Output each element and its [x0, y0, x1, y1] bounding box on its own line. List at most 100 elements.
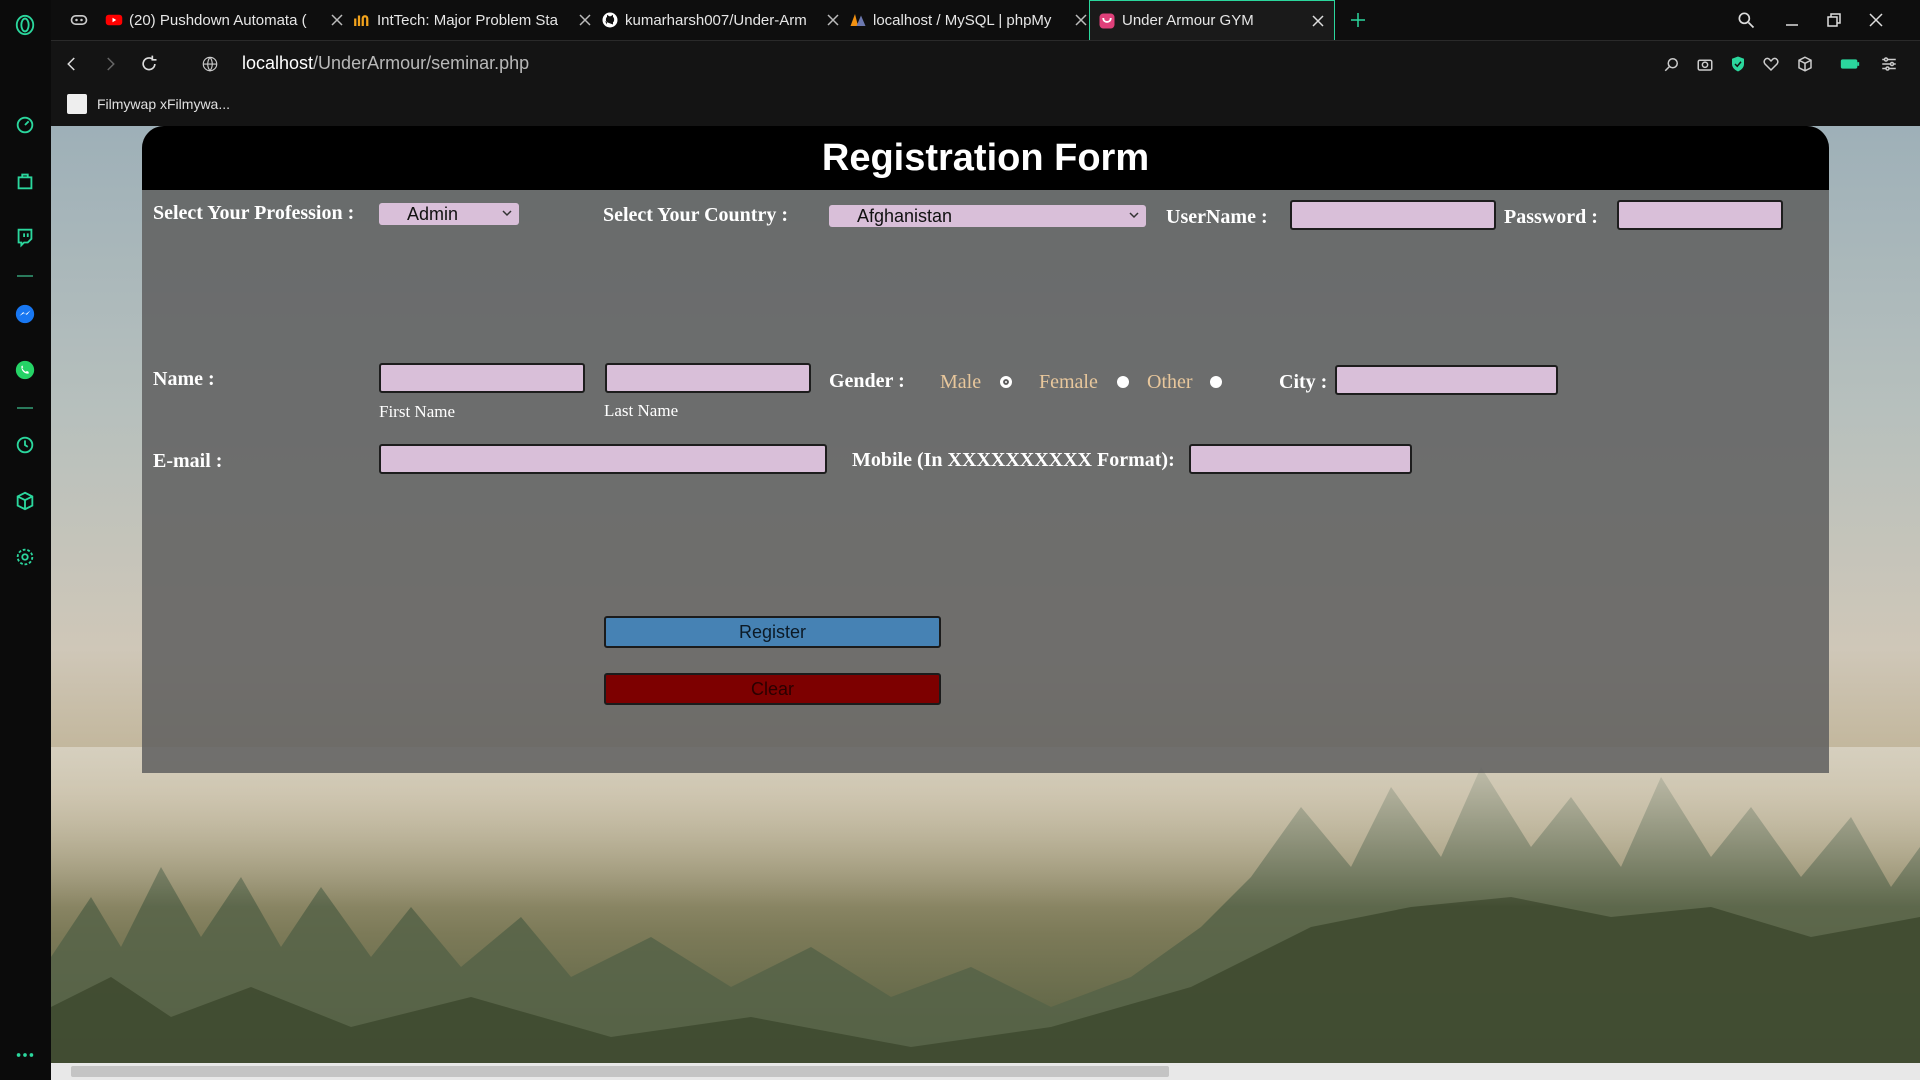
gender-male-radio[interactable]: [1000, 376, 1012, 388]
registration-form-card: Registration Form Select Your Profession…: [142, 126, 1829, 773]
snapshot-camera-icon[interactable]: [1694, 53, 1716, 75]
browser-sidebar: [0, 0, 51, 1080]
minimize-icon: [1786, 24, 1798, 26]
username-input[interactable]: [1290, 200, 1496, 230]
extensions-cube-icon[interactable]: [12, 488, 38, 514]
reload-icon: [142, 55, 157, 71]
country-selected-value: Afghanistan: [857, 205, 953, 226]
chevron-down-icon: [502, 210, 512, 217]
back-arrow-icon: [67, 57, 75, 71]
tab-github[interactable]: kumarharsh007/Under-Arm: [601, 0, 841, 40]
horizontal-scrollbar[interactable]: [51, 1063, 1920, 1080]
favorite-heart-icon[interactable]: [1760, 53, 1782, 75]
forest-background-image: [51, 747, 1920, 1077]
mobile-label: Mobile (In XXXXXXXXXX Format):: [852, 449, 1175, 471]
tab-title: localhost / MySQL | phpMy: [873, 11, 1052, 29]
bookmark-label: Filmywap xFilmywa...: [97, 96, 231, 112]
sidebar-separator: [17, 407, 33, 409]
whatsapp-icon[interactable]: [12, 357, 38, 383]
clear-button[interactable]: Clear: [604, 673, 941, 705]
chevron-down-icon: [1129, 212, 1139, 219]
bookmarks-bar: Filmywap xFilmywa...: [51, 86, 1920, 126]
email-label: E-mail :: [153, 450, 223, 472]
minimize-button[interactable]: [1777, 0, 1807, 40]
gx-control-icon[interactable]: [61, 0, 97, 40]
speed-dial-icon[interactable]: [12, 112, 38, 138]
phpmyadmin-icon: [849, 11, 867, 29]
restore-icon: [1827, 13, 1841, 27]
tab-inttech[interactable]: IntTech: Major Problem Sta: [353, 0, 593, 40]
history-icon[interactable]: [12, 432, 38, 458]
address-bar: localhost/UnderArmour/seminar.php: [51, 40, 1920, 86]
last-name-caption: Last Name: [604, 401, 679, 420]
register-button[interactable]: Register: [604, 616, 941, 648]
twitch-icon[interactable]: [12, 224, 38, 250]
gender-female-radio[interactable]: [1117, 376, 1129, 388]
messenger-icon[interactable]: [12, 301, 38, 327]
page-icon: [1098, 12, 1116, 30]
last-name-input[interactable]: [605, 363, 811, 393]
easy-setup-icon[interactable]: [1878, 53, 1900, 75]
bookmark-filmywap[interactable]: Filmywap xFilmywa...: [67, 94, 230, 114]
gender-option-other-label: Other: [1147, 371, 1193, 393]
tab-under-armour-gym[interactable]: Under Armour GYM: [1089, 0, 1335, 40]
profession-select[interactable]: Admin: [379, 203, 519, 225]
more-options-icon[interactable]: [12, 1042, 38, 1068]
scrollbar-thumb[interactable]: [71, 1066, 1169, 1077]
forward-arrow-icon: [107, 57, 115, 71]
find-in-page-icon[interactable]: [1661, 53, 1683, 75]
gender-option-female-label: Female: [1039, 371, 1098, 393]
gender-option-male-label: Male: [940, 371, 982, 393]
reload-button[interactable]: [138, 53, 160, 75]
gender-label: Gender :: [829, 370, 905, 392]
tab-title: Under Armour GYM: [1122, 12, 1254, 29]
opera-logo-icon[interactable]: [12, 12, 38, 38]
profession-label: Select Your Profession :: [153, 202, 355, 224]
close-tab-icon[interactable]: [825, 12, 841, 28]
inttech-icon: [353, 11, 371, 29]
tab-title: IntTech: Major Problem Sta: [377, 11, 558, 29]
restore-button[interactable]: [1819, 0, 1849, 40]
first-name-input[interactable]: [379, 363, 585, 393]
plus-icon: [1351, 13, 1365, 27]
close-tab-icon[interactable]: [1310, 13, 1326, 29]
battery-saver-icon[interactable]: [1839, 53, 1861, 75]
tab-title: (20) Pushdown Automata (: [129, 11, 307, 29]
city-label: City :: [1279, 371, 1328, 393]
gender-other-radio[interactable]: [1210, 376, 1222, 388]
new-tab-button[interactable]: [1343, 0, 1373, 40]
password-label: Password :: [1504, 206, 1598, 228]
profession-selected-value: Admin: [407, 203, 459, 224]
bag-icon[interactable]: [12, 168, 38, 194]
password-input[interactable]: [1617, 200, 1783, 230]
close-tab-icon[interactable]: [577, 12, 593, 28]
close-tab-icon[interactable]: [329, 12, 345, 28]
email-input[interactable]: [379, 444, 827, 474]
tab-bar: (20) Pushdown Automata ( IntTech: Major …: [51, 0, 1920, 40]
country-select[interactable]: Afghanistan: [829, 205, 1146, 227]
url-field[interactable]: localhost/UnderArmour/seminar.php: [242, 53, 529, 74]
vpn-shield-icon[interactable]: [1727, 53, 1749, 75]
bookmark-favicon-icon: [67, 94, 87, 114]
mobile-input[interactable]: [1189, 444, 1412, 474]
tab-phpmyadmin[interactable]: localhost / MySQL | phpMy: [849, 0, 1089, 40]
github-icon: [601, 11, 619, 29]
url-path: /UnderArmour/seminar.php: [313, 53, 530, 73]
form-header: Registration Form: [142, 126, 1829, 190]
tab-search-button[interactable]: [1731, 0, 1761, 40]
search-icon: [1738, 12, 1755, 29]
back-button[interactable]: [61, 53, 83, 75]
close-tab-icon[interactable]: [1073, 12, 1089, 28]
page-viewport: Registration Form Select Your Profession…: [51, 126, 1920, 1077]
close-icon: [1869, 13, 1883, 27]
extensions-icon[interactable]: [1794, 53, 1816, 75]
tab-pushdown-automata[interactable]: (20) Pushdown Automata (: [105, 0, 345, 40]
country-label: Select Your Country :: [603, 204, 788, 226]
settings-gear-icon[interactable]: [12, 544, 38, 570]
city-input[interactable]: [1335, 365, 1558, 395]
name-label: Name :: [153, 368, 215, 390]
forward-button[interactable]: [99, 53, 121, 75]
close-window-button[interactable]: [1861, 0, 1891, 40]
site-info-icon[interactable]: [199, 53, 221, 75]
form-title: Registration Form: [821, 136, 1150, 179]
